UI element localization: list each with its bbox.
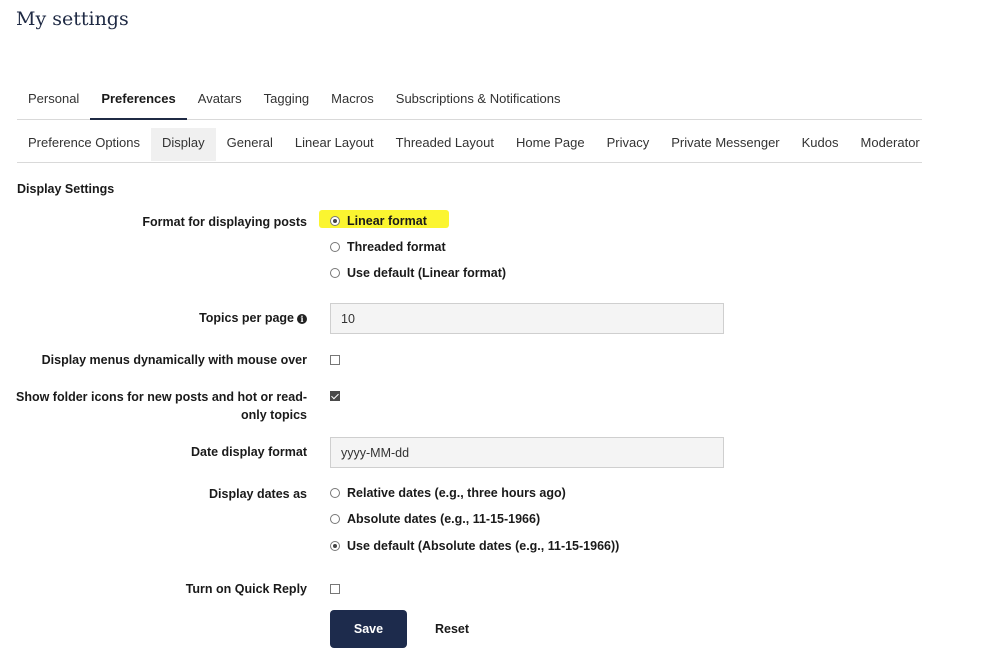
- info-icon[interactable]: i: [297, 314, 307, 324]
- dates-option-relative[interactable]: Relative dates (e.g., three hours ago): [330, 484, 566, 502]
- format-option-threaded-label: Threaded format: [347, 240, 446, 254]
- date-format-input[interactable]: [330, 437, 724, 468]
- format-option-default-label: Use default (Linear format): [347, 266, 507, 280]
- tab-preferences[interactable]: Preferences: [90, 85, 187, 120]
- topics-per-page-input[interactable]: [330, 303, 724, 334]
- dynamic-menus-label: Display menus dynamically with mouse ove…: [41, 353, 307, 367]
- subtab-private-messenger[interactable]: Private Messenger: [660, 128, 790, 161]
- secondary-tab-bar: Preference Options Display General Linea…: [17, 128, 922, 163]
- radio-button[interactable]: [330, 488, 340, 498]
- dynamic-menus-checkbox[interactable]: [330, 355, 340, 365]
- subtab-display[interactable]: Display: [151, 128, 216, 161]
- dates-option-default-label: Use default (Absolute dates (e.g., 11-15…: [347, 539, 620, 553]
- subtab-privacy[interactable]: Privacy: [596, 128, 661, 161]
- section-title: Display Settings: [17, 182, 115, 196]
- tab-subscriptions-notifications[interactable]: Subscriptions & Notifications: [385, 85, 572, 118]
- format-option-threaded[interactable]: Threaded format: [330, 238, 446, 256]
- format-option-linear[interactable]: Linear format: [330, 212, 427, 230]
- folder-icons-checkbox[interactable]: [330, 391, 340, 401]
- dates-option-absolute-label: Absolute dates (e.g., 11-15-1966): [347, 512, 541, 526]
- primary-tab-bar: Personal Preferences Avatars Tagging Mac…: [17, 85, 922, 120]
- reset-button[interactable]: Reset: [422, 610, 482, 648]
- page-title: My settings: [16, 8, 129, 30]
- dates-option-default[interactable]: Use default (Absolute dates (e.g., 11-15…: [330, 537, 619, 555]
- radio-button[interactable]: [330, 514, 340, 524]
- save-button[interactable]: Save: [330, 610, 407, 648]
- folder-icons-label-line2: only topics: [241, 408, 307, 422]
- date-format-label: Date display format: [190, 445, 307, 459]
- subtab-general[interactable]: General: [216, 128, 284, 161]
- dates-as-label: Display dates as: [209, 487, 307, 501]
- subtab-threaded-layout[interactable]: Threaded Layout: [385, 128, 505, 161]
- quick-reply-label: Turn on Quick Reply: [185, 582, 307, 596]
- tab-tagging[interactable]: Tagging: [253, 85, 321, 118]
- subtab-preference-options[interactable]: Preference Options: [17, 128, 151, 161]
- subtab-home-page[interactable]: Home Page: [505, 128, 596, 161]
- topics-per-page-label: Topics per page i: [7, 309, 307, 327]
- folder-icons-label-line1: Show folder icons for new posts and hot …: [16, 390, 307, 404]
- tab-macros[interactable]: Macros: [320, 85, 385, 118]
- dates-option-relative-label: Relative dates (e.g., three hours ago): [347, 486, 566, 500]
- tab-avatars[interactable]: Avatars: [187, 85, 253, 118]
- radio-button[interactable]: [330, 541, 340, 551]
- folder-icons-label: Show folder icons for new posts and hot …: [7, 388, 307, 424]
- format-option-linear-label: Linear format: [347, 214, 427, 228]
- tab-personal[interactable]: Personal: [17, 85, 90, 118]
- subtab-linear-layout[interactable]: Linear Layout: [284, 128, 385, 161]
- radio-button[interactable]: [330, 242, 340, 252]
- quick-reply-checkbox[interactable]: [330, 584, 340, 594]
- format-label: Format for displaying posts: [142, 215, 307, 229]
- radio-button[interactable]: [330, 268, 340, 278]
- subtab-moderator[interactable]: Moderator: [850, 128, 931, 161]
- topics-per-page-text: Topics per page: [199, 311, 294, 325]
- dates-option-absolute[interactable]: Absolute dates (e.g., 11-15-1966): [330, 510, 540, 528]
- subtab-kudos[interactable]: Kudos: [791, 128, 850, 161]
- radio-button[interactable]: [330, 216, 340, 226]
- format-option-default[interactable]: Use default (Linear format): [330, 264, 506, 282]
